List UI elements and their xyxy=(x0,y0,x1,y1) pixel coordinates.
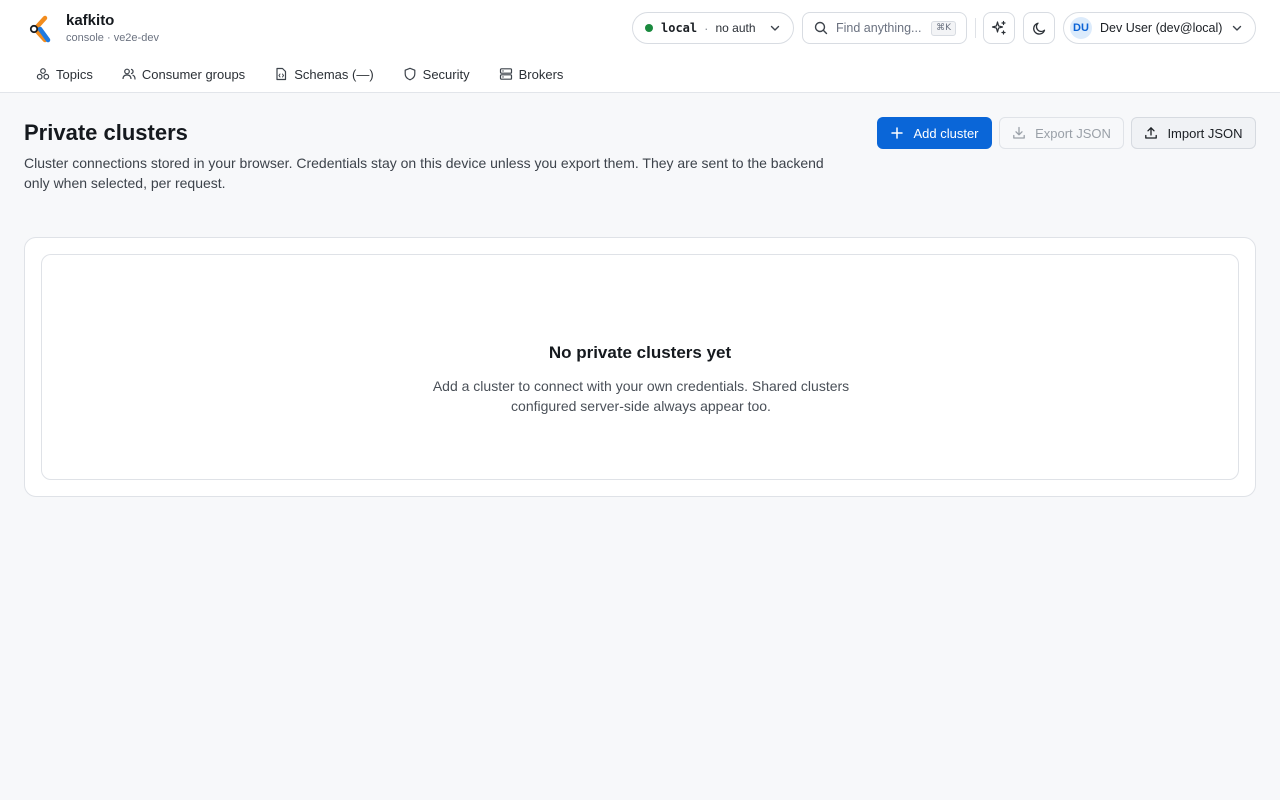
page-description: Cluster connections stored in your brows… xyxy=(24,155,824,191)
cluster-auth-mode: no auth xyxy=(715,21,756,35)
empty-state-title: No private clusters yet xyxy=(548,343,732,362)
search-icon xyxy=(814,21,828,35)
clusters-card: No private clusters yet Add a cluster to… xyxy=(24,237,1256,497)
cluster-status-dot xyxy=(645,24,653,32)
export-json-label: Export JSON xyxy=(1035,125,1111,141)
app-header: kafkito console · ve2e-dev local · no au… xyxy=(0,0,1280,93)
nav-item-security[interactable]: Security xyxy=(403,67,470,82)
ai-assistant-button[interactable] xyxy=(983,12,1015,44)
nav-item-label: Schemas (—) xyxy=(294,66,374,82)
topics-icon xyxy=(36,68,50,80)
import-json-label: Import JSON xyxy=(1167,125,1243,141)
page-title: Private clusters xyxy=(24,120,188,145)
schema-file-icon xyxy=(276,67,287,81)
nav-item-label: Topics xyxy=(56,66,93,82)
brand-subtitle: console · ve2e-dev xyxy=(66,32,159,44)
avatar: DU xyxy=(1070,17,1092,39)
cluster-separator: · xyxy=(704,20,709,36)
empty-state-text: Add a cluster to connect with your own c… xyxy=(432,378,850,414)
cluster-selector[interactable]: local · no auth xyxy=(632,12,794,44)
add-cluster-label: Add cluster xyxy=(913,125,979,141)
search-placeholder: Find anything... xyxy=(836,21,922,35)
empty-state: No private clusters yet Add a cluster to… xyxy=(41,254,1239,480)
nav-item-label: Consumer groups xyxy=(141,66,246,82)
brand-name: kafkito xyxy=(66,12,115,29)
plus-icon xyxy=(891,127,904,139)
shield-icon xyxy=(404,67,416,81)
nav-item-label: Brokers xyxy=(518,66,564,82)
nav-item-schemas[interactable]: Schemas (—) xyxy=(274,66,374,82)
search-shortcut: ⌘K xyxy=(931,21,956,36)
sparkles-icon xyxy=(991,20,1006,35)
upload-icon xyxy=(1145,127,1158,139)
header-divider xyxy=(975,18,976,38)
users-icon xyxy=(122,68,136,80)
user-name: Dev User (dev@local) xyxy=(1100,21,1223,35)
theme-toggle-button[interactable] xyxy=(1023,12,1055,44)
import-json-button[interactable]: Import JSON xyxy=(1131,117,1256,149)
user-menu[interactable]: DU Dev User (dev@local) xyxy=(1063,12,1256,44)
export-json-button[interactable]: Export JSON xyxy=(999,117,1124,149)
download-icon xyxy=(1013,126,1025,139)
chevron-down-icon xyxy=(1232,25,1242,31)
add-cluster-button[interactable]: Add cluster xyxy=(877,117,992,149)
main-nav: Topics Consumer groups Schemas (—) Secur… xyxy=(36,63,592,85)
nav-item-topics[interactable]: Topics xyxy=(36,67,93,82)
nav-item-brokers[interactable]: Brokers xyxy=(499,66,564,82)
chevron-down-icon xyxy=(770,25,780,31)
brand[interactable]: kafkito console · ve2e-dev xyxy=(28,12,159,45)
kafkito-logo-icon xyxy=(29,15,51,43)
search-input[interactable]: Find anything... ⌘K xyxy=(802,12,967,44)
nav-item-consumer-groups[interactable]: Consumer groups xyxy=(122,67,245,82)
cluster-name: local xyxy=(661,21,698,35)
moon-icon xyxy=(1032,22,1045,35)
nav-item-label: Security xyxy=(422,66,470,82)
server-icon xyxy=(499,68,512,80)
